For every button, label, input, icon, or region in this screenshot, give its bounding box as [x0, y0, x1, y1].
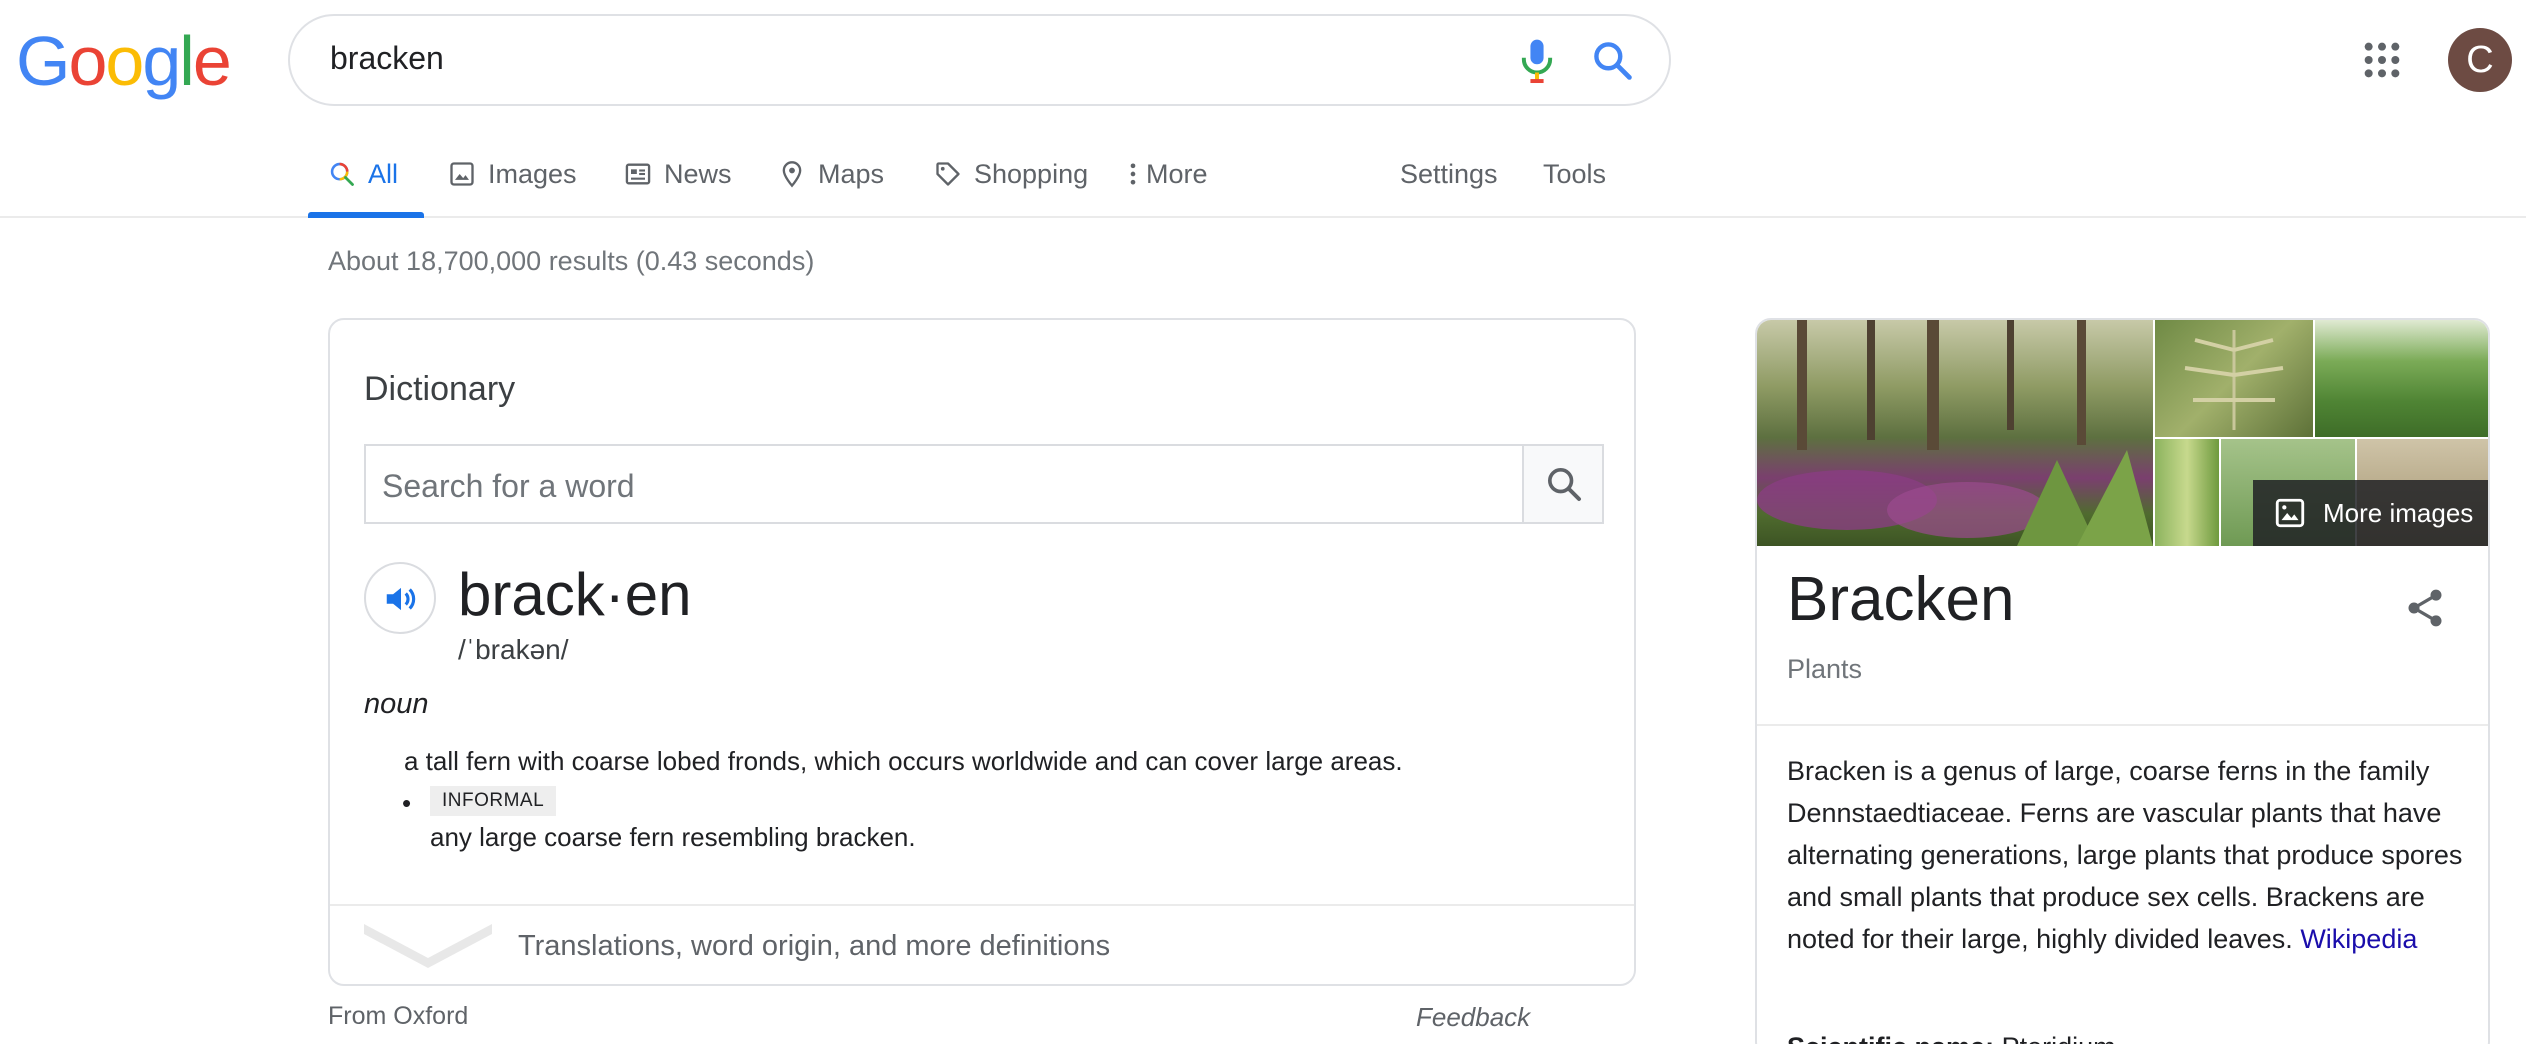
definition-2: any large coarse fern resembling bracken… — [430, 822, 916, 852]
entity-title: Bracken — [1787, 565, 2015, 634]
tab-all[interactable]: All — [328, 154, 398, 194]
chevron-down-icon — [364, 924, 492, 968]
headword: brack·en — [458, 561, 692, 628]
more-images-label: More images — [2323, 497, 2474, 528]
tab-tools-label: Tools — [1543, 158, 1607, 189]
image-icon — [450, 162, 474, 186]
feedback-link[interactable]: Feedback — [1416, 1002, 1530, 1033]
search-box[interactable]: bracken — [288, 14, 1671, 106]
tab-more-label: More — [1146, 158, 1208, 189]
tab-settings-label: Settings — [1400, 158, 1498, 189]
search-input[interactable]: bracken — [330, 40, 444, 77]
logo-letter: o — [105, 22, 144, 100]
tab-more[interactable]: More — [1126, 154, 1208, 194]
tab-maps-label: Maps — [818, 158, 885, 189]
logo-letter: G — [16, 22, 70, 100]
scientific-name-label: Scientific name: — [1787, 1032, 2002, 1044]
tab-news-label: News — [664, 158, 732, 189]
tab-shopping[interactable]: Shopping — [934, 154, 1088, 194]
avatar[interactable]: C — [2448, 28, 2512, 92]
news-icon — [625, 163, 651, 185]
wikipedia-link[interactable]: Wikipedia — [2300, 924, 2417, 954]
tab-tools[interactable]: Tools — [1543, 154, 1606, 194]
phonetic: /ˈbrakən/ — [458, 634, 569, 665]
search-icon — [330, 162, 354, 186]
google-logo[interactable]: Google — [16, 22, 232, 100]
bracken-photo-1[interactable] — [1757, 320, 2153, 546]
tab-images-label: Images — [488, 158, 577, 189]
speaker-icon — [386, 587, 416, 611]
logo-letter: o — [68, 22, 107, 100]
active-tab-indicator — [308, 212, 424, 218]
search-icon[interactable] — [1590, 38, 1634, 82]
register-badge: INFORMAL — [430, 786, 557, 816]
bracken-photo-4[interactable] — [2155, 439, 2219, 546]
bracken-photo-2[interactable] — [2155, 320, 2313, 437]
pronunciation-button[interactable] — [364, 562, 436, 634]
scientific-name-row: Scientific name: Pteridium — [1787, 1032, 2116, 1044]
word-search-field[interactable]: Search for a word — [364, 444, 1604, 524]
dictionary-card: Dictionary Search for a word brack·en /ˈ… — [328, 318, 1636, 986]
word-search-input[interactable]: Search for a word — [382, 468, 635, 505]
more-definitions-row[interactable]: Translations, word origin, and more defi… — [330, 904, 1634, 984]
divider — [1757, 724, 2488, 726]
tag-icon — [936, 162, 960, 186]
definition-1: a tall fern with coarse lobed fronds, wh… — [404, 746, 1403, 776]
part-of-speech: noun — [364, 688, 429, 720]
knowledge-panel: More images Bracken Plants Bracken is a … — [1755, 318, 2490, 1044]
logo-letter: l — [179, 22, 195, 100]
tab-news[interactable]: News — [624, 154, 732, 194]
tab-all-label: All — [368, 158, 399, 189]
logo-letter: e — [192, 22, 232, 100]
dictionary-source: From Oxford — [328, 1002, 469, 1030]
scientific-name-value: Pteridium — [2002, 1032, 2116, 1044]
tab-settings[interactable]: Settings — [1400, 154, 1498, 194]
image-icon — [2275, 498, 2305, 528]
result-stats: About 18,700,000 results (0.43 seconds) — [328, 246, 815, 276]
dictionary-title: Dictionary — [364, 370, 516, 408]
tab-maps[interactable]: Maps — [778, 154, 884, 194]
list-bullet: • — [402, 788, 412, 818]
word-search-button[interactable] — [1522, 446, 1602, 522]
image-collage[interactable]: More images — [1757, 320, 2488, 546]
more-images-button[interactable]: More images — [2253, 480, 2488, 546]
entity-description: Bracken is a genus of large, coarse fern… — [1787, 750, 2477, 960]
forest-scene — [1757, 320, 2153, 546]
search-tabs: All Images News Maps Shopping More Setti… — [0, 140, 2526, 218]
tab-shopping-label: Shopping — [974, 158, 1089, 189]
bracken-photo-3[interactable] — [2315, 320, 2488, 437]
share-icon[interactable] — [2403, 586, 2447, 630]
tab-images[interactable]: Images — [448, 154, 577, 194]
map-pin-icon — [782, 161, 802, 188]
entity-subtitle: Plants — [1787, 654, 1863, 684]
microphone-icon[interactable] — [1517, 38, 1557, 84]
apps-grid-icon[interactable] — [2362, 40, 2402, 80]
logo-letter: g — [142, 22, 181, 100]
fern-frond — [2184, 330, 2284, 430]
search-icon — [1548, 468, 1581, 501]
more-definitions-link: Translations, word origin, and more defi… — [518, 930, 1111, 962]
more-vert-icon — [1130, 163, 1136, 185]
